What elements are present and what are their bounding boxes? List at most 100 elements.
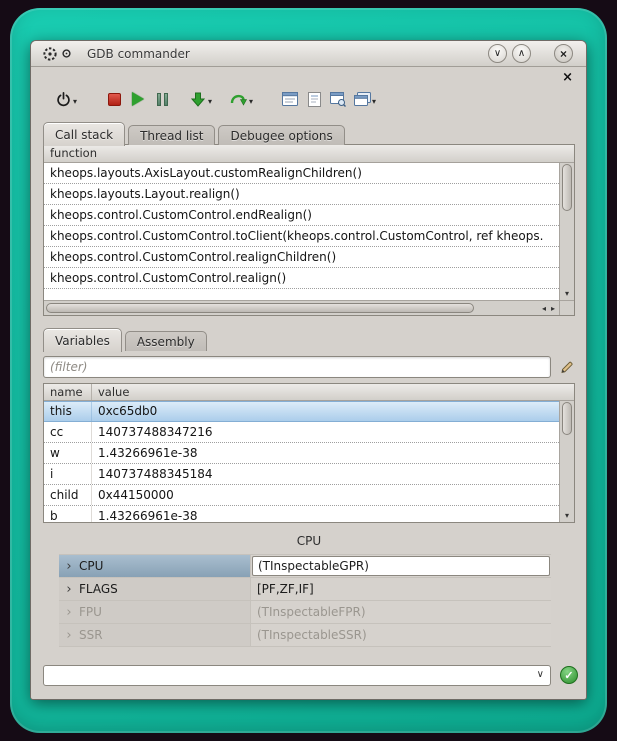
view-watchpoints-icon [330,92,346,107]
callstack-column-header[interactable]: function [44,145,574,163]
variable-name: i [44,464,92,484]
callstack-row[interactable]: kheops.control.CustomControl.realignChil… [44,247,559,268]
variable-row[interactable]: w 1.43266961e-38 [44,443,559,464]
tab-variables[interactable]: Variables [43,328,122,352]
command-combobox[interactable]: ∨ [43,665,551,686]
cpu-row-label: SSR [79,628,103,642]
variable-name: this [44,402,92,421]
callstack-row[interactable]: kheops.control.CustomControl.endRealign(… [44,205,559,226]
view-watchpoints-button[interactable] [327,86,349,112]
variable-value: 1.43266961e-38 [92,506,559,522]
variable-value: 140737488345184 [92,464,559,484]
inspect-windows-dropdown-arrow[interactable]: ▾ [372,97,376,106]
expander-icon[interactable]: › [59,628,79,643]
minimize-icon: ∨ [494,49,501,59]
filter-input[interactable] [43,356,551,378]
callstack-row[interactable]: kheops.control.CustomControl.toClient(kh… [44,226,559,247]
cpu-row[interactable]: › FLAGS [PF,ZF,IF] [59,578,551,601]
scroll-left-icon[interactable]: ◂ [542,304,546,313]
minimize-button[interactable]: ∨ [488,44,507,63]
variable-row[interactable]: i 140737488345184 [44,464,559,485]
run-icon [132,92,144,106]
close-button[interactable]: × [554,44,573,63]
power-button[interactable] [52,86,74,112]
tab-assembly[interactable]: Assembly [125,331,207,351]
combo-dropdown-icon[interactable]: ∨ [537,669,544,680]
variables-list: this 0xc65db0 cc 140737488347216 w 1.432… [44,401,559,522]
dock-close-button[interactable]: × [562,71,573,84]
cpu-inspector-table: › CPU (TInspectableGPR) › FLAGS [PF,ZF,I… [59,554,551,647]
scroll-right-icon[interactable]: ▸ [551,304,555,313]
pause-button[interactable] [151,86,173,112]
callstack-list: kheops.layouts.AxisLayout.customRealignC… [44,163,559,300]
cpu-row-name-cell: › FLAGS [59,578,251,600]
confirm-button[interactable]: ✓ [560,666,578,684]
expander-icon[interactable]: › [59,605,79,620]
column-header-name[interactable]: name [44,384,92,400]
callstack-horizontal-scrollbar[interactable]: ◂ ▸ [44,300,559,315]
step-over-icon [230,92,248,106]
maximize-button[interactable]: ∧ [512,44,531,63]
variable-row[interactable]: cc 140737488347216 [44,422,559,443]
column-header-value[interactable]: value [92,384,129,400]
step-into-dropdown-arrow[interactable]: ▾ [208,97,212,106]
check-icon: ✓ [564,669,573,682]
step-into-button[interactable] [187,86,209,112]
app-badge-icon [62,49,71,58]
inspect-windows-icon [354,92,371,106]
cpu-row-value-cell: (TInspectableFPR) [251,601,551,623]
variables-header-row: name value [44,384,574,401]
stop-button[interactable] [103,86,125,112]
step-over-dropdown-arrow[interactable]: ▾ [249,97,253,106]
variable-value: 0x44150000 [92,485,559,505]
pen-icon[interactable] [560,359,574,378]
scrollbar-corner [559,300,574,315]
cpu-row[interactable]: › FPU (TInspectableFPR) [59,601,551,624]
variables-vertical-scrollbar[interactable]: ▾ [559,401,574,522]
scrollbar-thumb[interactable] [562,402,572,435]
callstack-row[interactable]: kheops.control.CustomControl.realign() [44,268,559,289]
cpu-row-label: CPU [79,559,103,573]
variable-row[interactable]: child 0x44150000 [44,485,559,506]
view-output-icon [282,92,298,106]
view-source-button[interactable] [303,86,325,112]
variable-name: b [44,506,92,522]
scrollbar-thumb[interactable] [562,164,572,211]
tab-debugee-options[interactable]: Debugee options [218,125,344,145]
variable-row[interactable]: b 1.43266961e-38 [44,506,559,522]
tab-thread-list[interactable]: Thread list [128,125,215,145]
callstack-row[interactable]: kheops.layouts.Layout.realign() [44,184,559,205]
power-icon [56,92,71,107]
cpu-row[interactable]: › SSR (TInspectableSSR) [59,624,551,647]
variable-value: 0xc65db0 [92,402,559,421]
cpu-row[interactable]: › CPU (TInspectableGPR) [59,555,551,578]
scroll-down-icon[interactable]: ▾ [560,289,574,298]
app-icon [42,46,58,62]
cpu-row-value-cell: (TInspectableGPR) [251,555,551,577]
run-button[interactable] [127,86,149,112]
inspect-windows-button[interactable] [351,86,373,112]
maximize-icon: ∧ [518,49,525,59]
view-output-button[interactable] [279,86,301,112]
gdb-commander-window: GDB commander ∨ ∧ × × ▾ [30,40,587,700]
scrollbar-thumb[interactable] [46,303,474,313]
scroll-down-icon[interactable]: ▾ [560,511,574,520]
callstack-row[interactable]: kheops.layouts.AxisLayout.customRealignC… [44,163,559,184]
close-icon: × [560,48,567,60]
view-source-icon [308,92,321,107]
variable-row[interactable]: this 0xc65db0 [44,401,559,422]
callstack-panel: function kheops.layouts.AxisLayout.custo… [43,144,575,316]
step-over-button[interactable] [228,86,250,112]
tab-call-stack[interactable]: Call stack [43,122,125,146]
expander-icon[interactable]: › [59,582,79,597]
variable-name: w [44,443,92,463]
expander-icon[interactable]: › [59,559,79,574]
power-dropdown-arrow[interactable]: ▾ [73,97,77,106]
debug-toolbar: ▾ ▾ ▾ [51,84,379,114]
stack-tab-bar: Call stack Thread list Debugee options [43,121,348,145]
variable-name: cc [44,422,92,442]
callstack-vertical-scrollbar[interactable]: ▾ [559,163,574,300]
pause-icon [157,93,168,106]
cpu-value-editor[interactable]: (TInspectableGPR) [252,556,550,576]
titlebar[interactable]: GDB commander ∨ ∧ × [31,41,586,67]
